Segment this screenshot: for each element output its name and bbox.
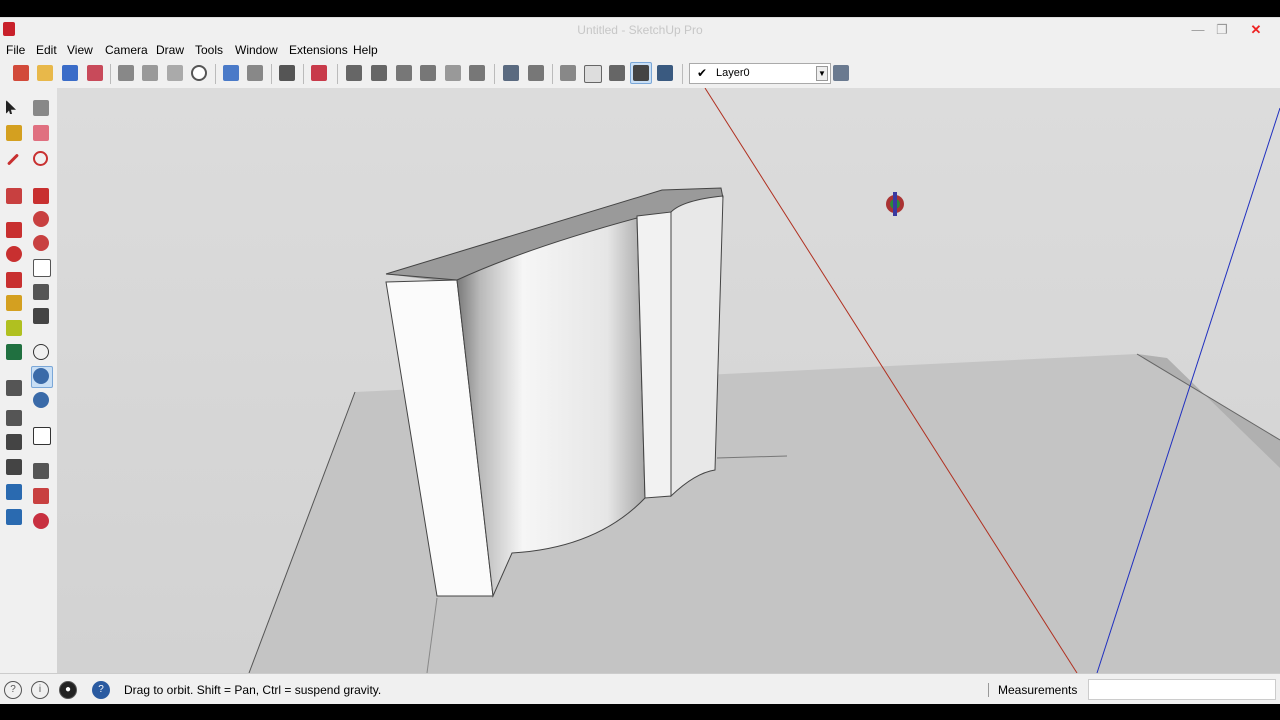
pan-icon[interactable] (33, 392, 49, 408)
measurements-input[interactable] (1088, 679, 1276, 700)
menu-extensions[interactable]: Extensions (289, 43, 348, 57)
erase-icon[interactable] (191, 65, 207, 81)
monochrome-icon[interactable] (657, 65, 673, 81)
3d-warehouse-icon[interactable] (311, 65, 327, 81)
print-icon[interactable] (87, 65, 103, 81)
arc-icon[interactable] (33, 151, 48, 166)
modeling-viewport[interactable] (57, 88, 1280, 673)
model-info-icon[interactable] (279, 65, 295, 81)
measurements-label: Measurements (998, 683, 1078, 697)
layer-visible-check-icon: ✔ (697, 66, 708, 80)
chevron-down-icon[interactable]: ▼ (816, 66, 828, 81)
select-icon[interactable] (6, 100, 16, 114)
zoom-extents-icon[interactable] (6, 434, 22, 450)
geo-location-icon[interactable]: ? (4, 681, 22, 699)
paint-bucket-icon[interactable] (6, 125, 22, 141)
credits-icon[interactable]: i (31, 681, 49, 699)
tape-measure-icon[interactable] (6, 295, 22, 311)
menu-window[interactable]: Window (235, 43, 278, 57)
layer-select[interactable]: ✔ Layer0 ▼ (689, 63, 831, 84)
cut-icon[interactable] (118, 65, 134, 81)
xray-icon[interactable] (503, 65, 519, 81)
menu-help[interactable]: Help (353, 43, 378, 57)
front-view-icon[interactable] (396, 65, 412, 81)
walk-icon[interactable] (6, 380, 22, 396)
menu-tools[interactable]: Tools (195, 43, 223, 57)
text-icon[interactable] (33, 259, 51, 277)
move-icon[interactable] (6, 222, 22, 238)
undo-icon[interactable] (223, 65, 239, 81)
menu-draw[interactable]: Draw (156, 43, 184, 57)
top-view-icon[interactable] (371, 65, 387, 81)
hidden-line-icon[interactable] (584, 65, 602, 83)
back-edges-icon[interactable] (528, 65, 544, 81)
menu-file[interactable]: File (6, 43, 25, 57)
close-button[interactable]: ✕ (1244, 20, 1268, 40)
offset-icon[interactable] (33, 235, 49, 251)
line-icon[interactable] (6, 153, 20, 166)
right-view-icon[interactable] (420, 65, 436, 81)
menu-view[interactable]: View (67, 43, 93, 57)
redo-icon[interactable] (247, 65, 263, 81)
scale-icon[interactable] (6, 272, 22, 288)
axes-icon[interactable] (6, 344, 22, 360)
menu-camera[interactable]: Camera (105, 43, 148, 57)
maximize-button[interactable]: ❐ (1210, 20, 1234, 40)
make-component-icon[interactable] (33, 100, 49, 116)
zoom-window-icon[interactable] (6, 410, 22, 426)
scene-canvas[interactable] (57, 88, 1280, 673)
minimize-button[interactable]: — (1186, 20, 1210, 40)
paste-icon[interactable] (167, 65, 183, 81)
share-component-icon[interactable] (6, 509, 22, 525)
window-titlebar: Untitled - SketchUp Pro — ❐ ✕ (0, 17, 1280, 42)
back-view-icon[interactable] (445, 65, 461, 81)
push-pull-icon[interactable] (33, 188, 49, 204)
wireframe-icon[interactable] (560, 65, 576, 81)
menu-bar: File Edit View Camera Draw Tools Window … (0, 41, 1280, 60)
layer-manager-icon[interactable] (833, 65, 849, 81)
protractor-icon[interactable] (6, 320, 22, 336)
ground-plane (249, 354, 1280, 673)
window-title: Untitled - SketchUp Pro (577, 23, 703, 37)
sandbox-icon[interactable] (33, 463, 49, 479)
iso-view-icon[interactable] (346, 65, 362, 81)
shaded-with-textures-icon[interactable] (633, 65, 649, 81)
copy-icon[interactable] (142, 65, 158, 81)
getting-started-icon[interactable] (13, 65, 29, 81)
dimension-icon[interactable] (33, 344, 49, 360)
wall-right-face (670, 195, 724, 498)
layer-name: Layer0 (716, 67, 750, 79)
get-models-icon[interactable] (6, 484, 22, 500)
measurements-divider (988, 683, 989, 697)
user-account-icon[interactable]: ● (59, 681, 77, 699)
help-icon[interactable]: ? (92, 681, 110, 699)
look-around-icon[interactable] (33, 427, 51, 445)
section-plane-icon[interactable] (33, 308, 49, 324)
status-message: Drag to orbit. Shift = Pan, Ctrl = suspe… (124, 683, 382, 697)
extension-warehouse-icon[interactable] (33, 513, 49, 529)
status-bar: ? i ● ? Drag to orbit. Shift = Pan, Ctrl… (0, 673, 1280, 704)
open-icon[interactable] (37, 65, 53, 81)
left-toolbar (0, 88, 58, 673)
save-icon[interactable] (62, 65, 78, 81)
position-camera-icon[interactable] (6, 459, 22, 475)
orbit-icon[interactable] (33, 368, 49, 384)
follow-me-icon[interactable] (33, 211, 49, 227)
3d-text-icon[interactable] (33, 284, 49, 300)
shaded-icon[interactable] (609, 65, 625, 81)
left-view-icon[interactable] (469, 65, 485, 81)
main-toolbar (0, 60, 1280, 89)
menu-edit[interactable]: Edit (36, 43, 57, 57)
rectangle-icon[interactable] (6, 188, 22, 204)
rotate-icon[interactable] (6, 246, 22, 262)
share-model-icon[interactable] (33, 488, 49, 504)
eraser-icon[interactable] (33, 125, 49, 141)
